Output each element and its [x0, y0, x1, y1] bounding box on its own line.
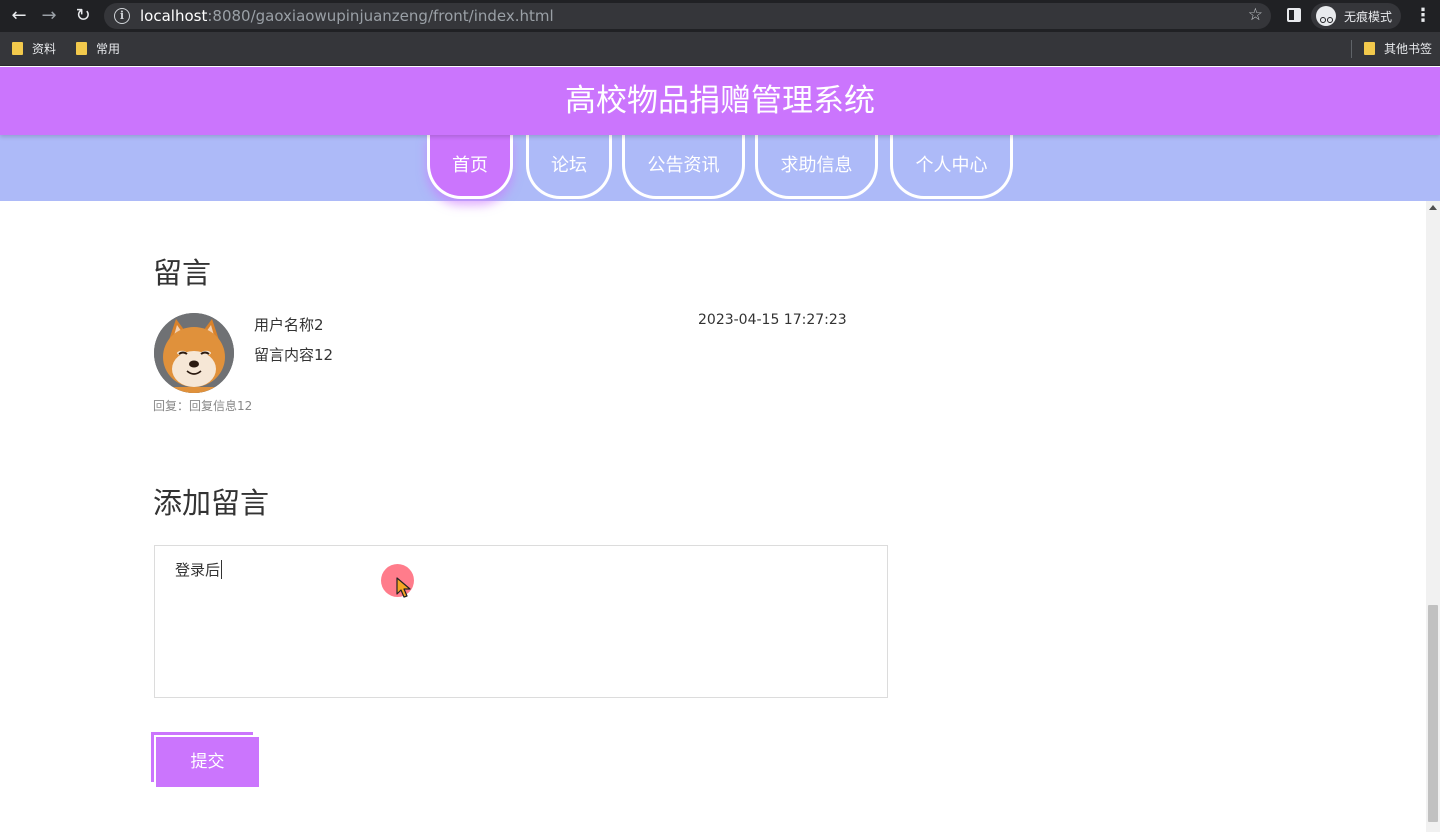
bookmarks-separator	[1351, 40, 1352, 58]
scroll-up-arrow-icon[interactable]	[1429, 205, 1437, 210]
submit-button[interactable]: 提交	[156, 737, 259, 787]
nav-tab-announcements[interactable]: 公告资讯	[622, 135, 745, 199]
reload-icon[interactable]: ↻	[72, 6, 94, 26]
shiba-dog-avatar-image	[154, 313, 234, 393]
submit-button-wrapper: 提交	[151, 732, 259, 787]
incognito-label: 无痕模式	[1344, 10, 1393, 24]
message-content: 留言内容12	[254, 346, 334, 364]
bookmark-label: 资料	[32, 42, 57, 56]
bookmark-label: 常用	[96, 42, 121, 56]
main-nav: 首页 论坛 公告资讯 求助信息 个人中心	[0, 135, 1440, 201]
url-host: localhost	[140, 7, 208, 25]
site-header: 高校物品捐赠管理系统	[0, 67, 1440, 135]
url-path: :8080/gaoxiaowupinjuanzeng/front/index.h…	[207, 7, 554, 25]
browser-menu-icon[interactable]: ⋮	[1414, 6, 1432, 26]
forward-arrow-icon[interactable]: →	[38, 6, 60, 26]
message-reply: 回复：回复信息12	[153, 399, 253, 413]
other-bookmarks[interactable]: 其他书签	[1364, 40, 1432, 58]
bookmark-folder-changyong[interactable]: 常用	[76, 40, 120, 58]
nav-tab-forum[interactable]: 论坛	[526, 135, 612, 199]
incognito-indicator[interactable]: 无痕模式	[1311, 3, 1401, 29]
bookmarks-bar: 资料 常用 其他书签	[0, 32, 1440, 66]
page-scrollbar[interactable]	[1426, 201, 1440, 832]
messages-heading: 留言	[153, 256, 212, 290]
avatar	[154, 313, 234, 393]
bookmark-folder-ziliao[interactable]: 资料	[12, 40, 56, 58]
side-panel-icon[interactable]	[1287, 8, 1301, 22]
browser-toolbar: ← → ↻ i localhost:8080/gaoxiaowupinjuanz…	[0, 0, 1440, 32]
text-caret	[221, 560, 223, 579]
nav-tab-home[interactable]: 首页	[427, 135, 513, 199]
other-bookmarks-label: 其他书签	[1384, 42, 1433, 56]
bookmark-star-icon[interactable]: ☆	[1248, 5, 1263, 25]
back-arrow-icon[interactable]: ←	[8, 6, 30, 26]
folder-icon	[1364, 42, 1375, 55]
mouse-pointer-icon	[396, 577, 411, 598]
folder-icon	[12, 42, 23, 55]
site-title: 高校物品捐赠管理系统	[565, 83, 875, 119]
folder-icon	[76, 42, 87, 55]
nav-tab-user-center[interactable]: 个人中心	[890, 135, 1013, 199]
address-bar[interactable]: i localhost:8080/gaoxiaowupinjuanzeng/fr…	[104, 3, 1271, 29]
address-url[interactable]: localhost:8080/gaoxiaowupinjuanzeng/fron…	[140, 7, 554, 25]
scrollbar-thumb[interactable]	[1428, 605, 1438, 822]
message-username: 用户名称2	[254, 316, 324, 334]
message-textarea-value: 登录后	[175, 561, 221, 579]
site-info-icon[interactable]: i	[114, 8, 130, 24]
incognito-icon	[1316, 6, 1336, 26]
nav-tab-help-requests[interactable]: 求助信息	[755, 135, 878, 199]
add-message-heading: 添加留言	[153, 486, 270, 520]
message-textarea[interactable]: 登录后	[154, 545, 888, 698]
message-timestamp: 2023-04-15 17:27:23	[698, 312, 847, 328]
